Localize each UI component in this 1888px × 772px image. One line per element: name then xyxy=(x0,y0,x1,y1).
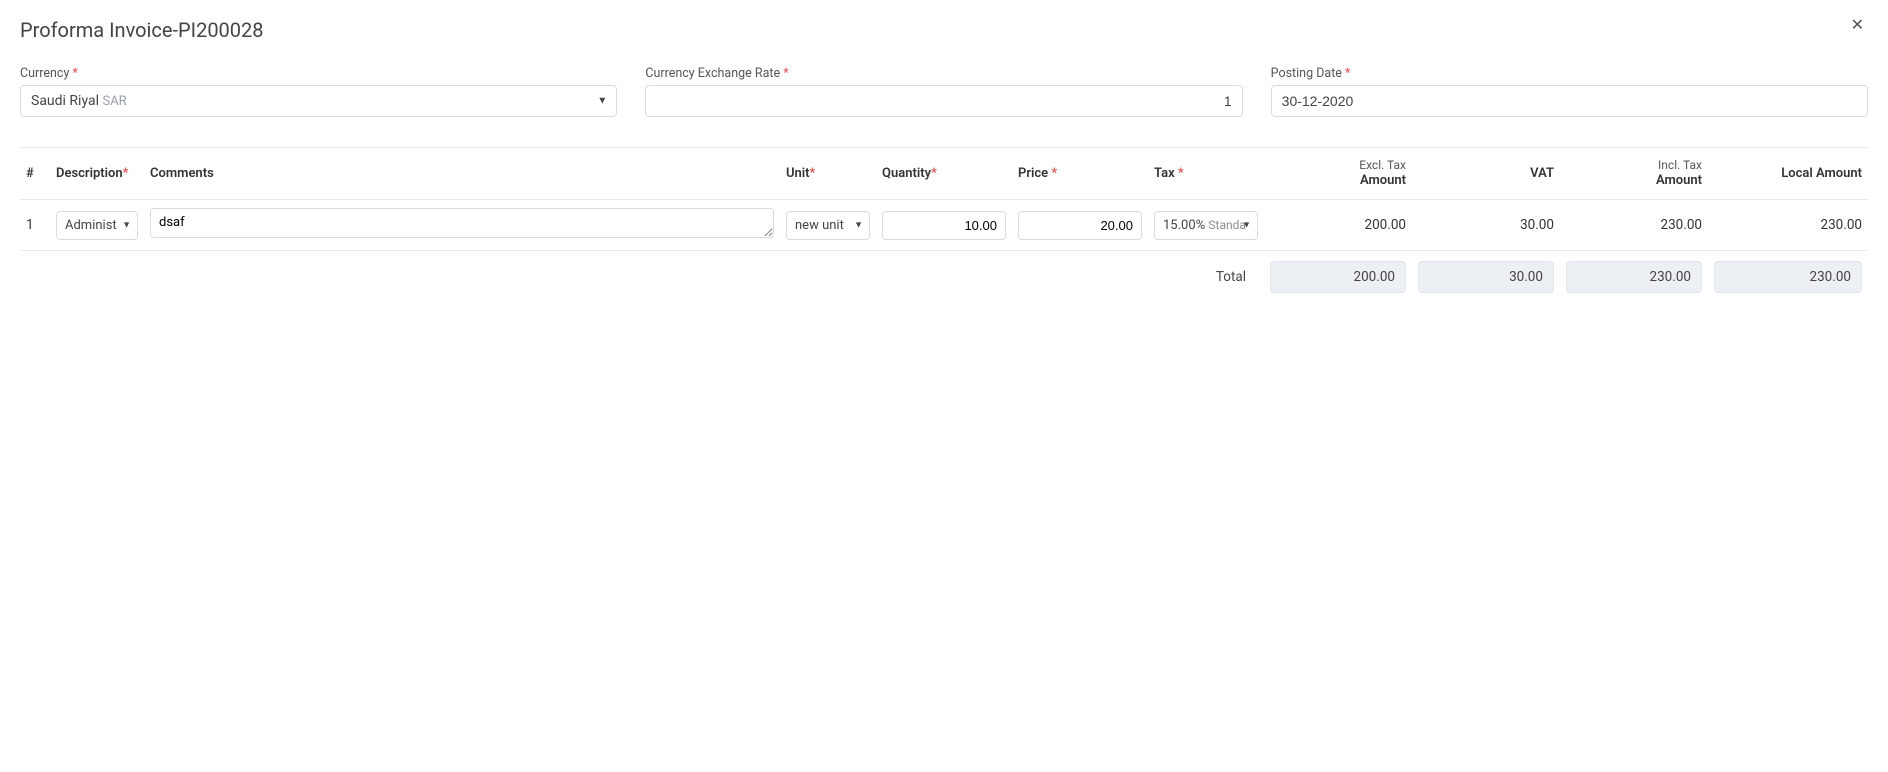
exchange-rate-label-text: Currency Exchange Rate xyxy=(645,66,780,81)
page-title: Proforma Invoice-PI200028 xyxy=(20,18,264,42)
chevron-down-icon: ▼ xyxy=(1242,220,1251,231)
total-excl-amount: 200.00 xyxy=(1270,261,1406,293)
header-tax: Tax * xyxy=(1148,166,1264,181)
row-incl-amount: 230.00 xyxy=(1560,217,1708,233)
posting-date-input[interactable] xyxy=(1271,85,1868,117)
header-idx: # xyxy=(20,166,50,181)
totals-row: Total 200.00 30.00 230.00 230.00 xyxy=(20,251,1868,293)
header-quantity: Quantity* xyxy=(876,166,1012,181)
required-mark: * xyxy=(72,66,77,81)
price-input[interactable] xyxy=(1018,211,1142,240)
header-incl-amount: Incl. Tax Amount xyxy=(1560,158,1708,189)
row-excl-amount: 200.00 xyxy=(1264,217,1412,233)
header-comments: Comments xyxy=(144,166,780,181)
total-vat: 30.00 xyxy=(1418,261,1554,293)
total-incl-amount: 230.00 xyxy=(1566,261,1702,293)
currency-label: Currency * xyxy=(20,66,617,81)
posting-date-label-text: Posting Date xyxy=(1271,66,1342,81)
row-idx: 1 xyxy=(20,217,50,233)
grid-header: # Description* Comments Unit* Quantity* … xyxy=(20,148,1868,200)
quantity-input[interactable] xyxy=(882,211,1006,240)
row-local-amount: 230.00 xyxy=(1708,217,1868,233)
currency-value-code: SAR xyxy=(102,94,126,109)
header-description: Description* xyxy=(50,166,144,181)
row-vat: 30.00 xyxy=(1412,217,1560,233)
total-label: Total xyxy=(1148,269,1264,285)
currency-label-text: Currency xyxy=(20,66,69,81)
header-price: Price * xyxy=(1012,166,1148,181)
exchange-rate-input[interactable] xyxy=(645,85,1242,117)
chevron-down-icon: ▼ xyxy=(854,220,863,231)
close-button[interactable]: ✕ xyxy=(1847,18,1868,34)
tax-select[interactable]: 15.00% Standa ▼ xyxy=(1154,211,1258,240)
currency-select[interactable]: Saudi Riyal SAR ▼ xyxy=(20,85,617,117)
header-local-amount: Local Amount xyxy=(1708,166,1868,181)
table-row: 1 Administ ▼ new unit ▼ 15.00% Standa xyxy=(20,200,1868,251)
chevron-down-icon: ▼ xyxy=(122,220,131,231)
posting-date-label: Posting Date * xyxy=(1271,66,1868,81)
header-excl-amount: Excl. Tax Amount xyxy=(1264,158,1412,189)
required-mark: * xyxy=(783,66,788,81)
required-mark: * xyxy=(1345,66,1350,81)
line-items-grid: # Description* Comments Unit* Quantity* … xyxy=(20,147,1868,293)
description-select[interactable]: Administ ▼ xyxy=(56,211,138,240)
form-row: Currency * Saudi Riyal SAR ▼ Currency Ex… xyxy=(20,66,1868,117)
total-local-amount: 230.00 xyxy=(1714,261,1862,293)
header-vat: VAT xyxy=(1412,166,1560,181)
unit-select[interactable]: new unit ▼ xyxy=(786,211,870,240)
currency-value-name: Saudi Riyal xyxy=(31,93,99,109)
header-unit: Unit* xyxy=(780,166,876,181)
comments-input[interactable] xyxy=(150,208,774,238)
exchange-rate-label: Currency Exchange Rate * xyxy=(645,66,1242,81)
